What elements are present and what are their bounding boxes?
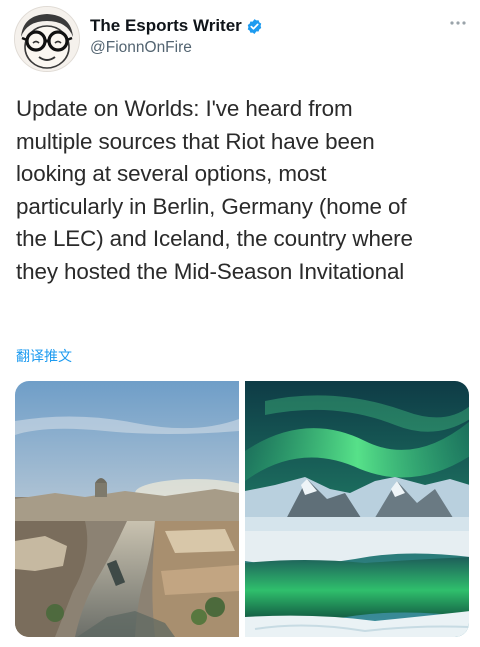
verified-badge-icon [247,18,262,34]
more-options-button[interactable] [446,16,470,30]
tweet-line: they hosted the Mid-Season Invitational [16,258,405,284]
tweet-line: multiple sources that Riot have been [16,128,375,154]
iceland-aurora-image [244,381,469,637]
media-grid [15,381,469,637]
display-name[interactable]: The Esports Writer [90,16,263,36]
media-photo-berlin[interactable] [15,381,240,637]
media-photo-iceland[interactable] [244,381,469,637]
author-info: The Esports Writer @FionnOnFire [90,16,263,57]
ellipsis-icon [450,21,466,25]
tweet-line: the LEC) and Iceland, the country where [16,226,413,252]
display-name-text[interactable]: The Esports Writer [90,16,242,36]
handle[interactable]: @FionnOnFire [90,39,263,57]
tweet-line: particularly in Berlin, Germany (home of [16,193,407,219]
berlin-cityscape-image [15,381,239,637]
tweet-line: looking at several options, most [16,161,327,187]
tweet-line: Update on Worlds: I've heard from [16,96,353,121]
translate-tweet-link[interactable]: 翻译推文 [16,346,72,366]
tweet-header: The Esports Writer @FionnOnFire [14,6,470,72]
avatar[interactable] [14,6,80,72]
cartoon-face-icon [15,7,79,71]
tweet-text: Update on Worlds: I've heard from multip… [16,93,472,289]
